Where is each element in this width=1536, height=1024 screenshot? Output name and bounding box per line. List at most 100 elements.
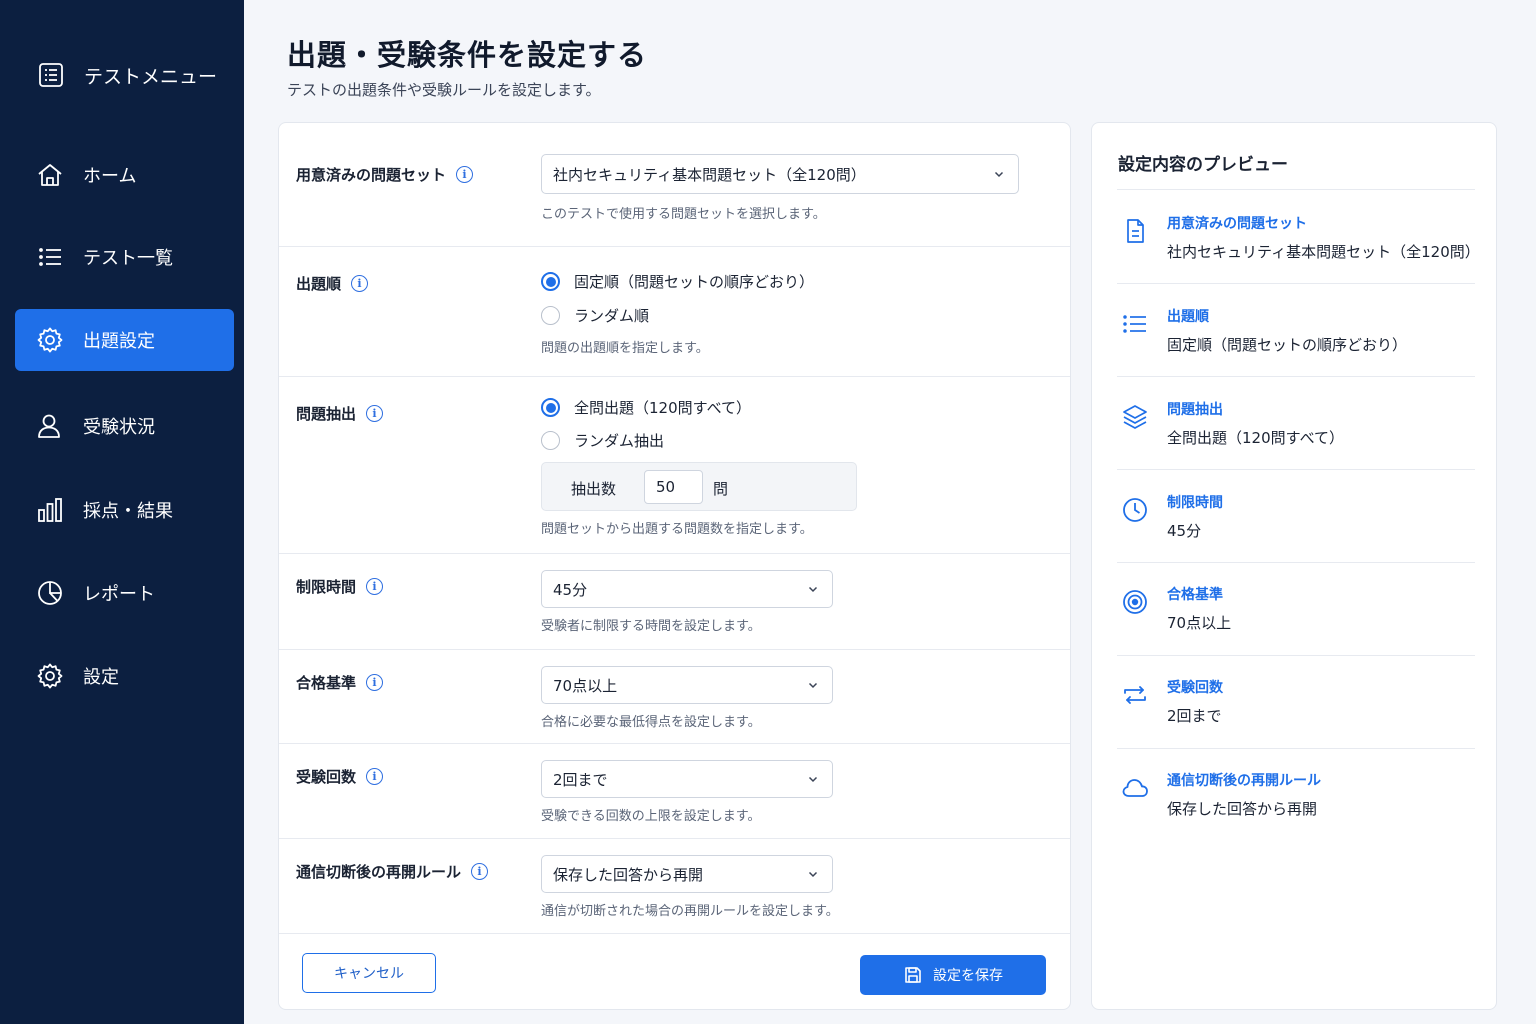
order-option-fixed-label: 固定順（問題セットの順序どおり） — [574, 273, 815, 291]
attempts-help: 受験できる回数の上限を設定します。 — [541, 809, 761, 824]
bar-chart-icon — [35, 495, 65, 525]
extraction-label-text: 問題抽出 — [296, 405, 357, 423]
pie-chart-icon — [35, 578, 65, 608]
preview-item-value: 2回まで — [1167, 707, 1222, 725]
resume-rule-value: 保存した回答から再開 — [553, 865, 704, 884]
extraction-option-all[interactable]: 全問出題（120問すべて） — [541, 397, 751, 418]
sidebar-item-report[interactable]: レポート — [15, 562, 234, 624]
question-set-row: 用意済みの問題セット i 社内セキュリティ基本問題セット（全120問） このテス… — [279, 123, 1070, 247]
attempts-label: 受験回数 i — [296, 766, 384, 787]
sidebar-item-label: 受験状況 — [83, 417, 155, 438]
time-limit-select[interactable]: 45分 — [541, 570, 833, 608]
extraction-option-random[interactable]: ランダム抽出 — [541, 430, 664, 451]
document-icon — [1121, 217, 1149, 245]
chevron-down-icon — [808, 776, 818, 783]
preview-item-value: 全問出題（120問すべて） — [1167, 429, 1344, 447]
gear-icon — [35, 325, 65, 355]
preview-item-label: 用意済みの問題セット — [1167, 216, 1307, 232]
extraction-option-all-label: 全問出題（120問すべて） — [574, 399, 751, 417]
sidebar-item-label: 出題設定 — [83, 331, 155, 352]
resume-rule-row: 通信切断後の再開ルール i 保存した回答から再開 通信が切断された場合の再開ルー… — [279, 839, 1070, 934]
order-label: 出題順 i — [296, 273, 369, 294]
sidebar: テストメニュー ホーム テスト一覧 出題設定 受験状況 採点・結果 レポート 設… — [0, 0, 244, 1024]
divider — [1117, 376, 1475, 377]
home-icon — [35, 160, 65, 190]
resume-rule-select[interactable]: 保存した回答から再開 — [541, 855, 833, 893]
question-set-select[interactable]: 社内セキュリティ基本問題セット（全120問） — [541, 154, 1019, 194]
attempts-value: 2回まで — [553, 770, 608, 789]
page-subtitle: テストの出題条件や受験ルールを設定します。 — [287, 81, 601, 99]
extraction-count-input[interactable]: 50 — [644, 470, 703, 504]
pass-criteria-label: 合格基準 i — [296, 672, 384, 693]
pass-criteria-help: 合格に必要な最低得点を設定します。 — [541, 715, 761, 730]
info-icon[interactable]: i — [351, 275, 369, 292]
order-option-random[interactable]: ランダム順 — [541, 305, 649, 326]
preview-item-value: 固定順（問題セットの順序どおり） — [1167, 336, 1408, 354]
save-icon — [905, 967, 921, 983]
preview-item-label: 制限時間 — [1167, 495, 1223, 511]
repeat-icon — [1121, 681, 1149, 709]
order-option-fixed[interactable]: 固定順（問題セットの順序どおり） — [541, 271, 814, 292]
info-icon[interactable]: i — [366, 405, 384, 422]
sidebar-item-settings[interactable]: 設定 — [15, 645, 234, 707]
pass-criteria-value: 70点以上 — [553, 676, 618, 695]
sidebar-item-exam-status[interactable]: 受験状況 — [15, 395, 234, 457]
info-icon[interactable]: i — [366, 578, 384, 595]
extraction-count-box: 抽出数 50 問 — [541, 462, 857, 511]
preview-item-label: 通信切断後の再開ルール — [1167, 773, 1321, 789]
pass-criteria-select[interactable]: 70点以上 — [541, 666, 833, 704]
extraction-label: 問題抽出 i — [296, 403, 384, 424]
info-icon[interactable]: i — [456, 166, 474, 183]
attempts-select[interactable]: 2回まで — [541, 760, 833, 798]
sidebar-item-label: 採点・結果 — [83, 501, 173, 522]
question-set-value: 社内セキュリティ基本問題セット（全120問） — [553, 165, 866, 184]
radio-unselected-icon — [541, 431, 560, 450]
divider — [1117, 655, 1475, 656]
save-button-label: 設定を保存 — [933, 968, 1003, 984]
extraction-count-label: 抽出数 — [571, 480, 617, 498]
time-limit-row: 制限時間 i 45分 受験者に制限する時間を設定します。 — [279, 554, 1070, 650]
sidebar-item-question-settings[interactable]: 出題設定 — [15, 309, 234, 371]
order-help: 問題の出題順を指定します。 — [541, 341, 709, 356]
target-icon — [1121, 588, 1149, 616]
extraction-count-unit: 問 — [713, 480, 729, 498]
pass-criteria-label-text: 合格基準 — [296, 674, 357, 692]
divider — [1117, 469, 1475, 470]
extraction-help: 問題セットから出題する問題数を指定します。 — [541, 522, 813, 537]
list-icon — [35, 242, 65, 272]
resume-rule-help: 通信が切断された場合の再開ルールを設定します。 — [541, 904, 839, 919]
info-icon[interactable]: i — [471, 863, 489, 880]
sidebar-item-scoring[interactable]: 採点・結果 — [15, 479, 234, 541]
sidebar-item-test-list[interactable]: テスト一覧 — [15, 226, 234, 288]
resume-rule-label: 通信切断後の再開ルール i — [296, 861, 489, 882]
radio-selected-icon — [541, 272, 560, 291]
radio-selected-icon — [541, 398, 560, 417]
divider — [1117, 748, 1475, 749]
question-set-label-text: 用意済みの問題セット — [296, 166, 447, 184]
sidebar-item-label: テスト一覧 — [83, 248, 173, 269]
info-icon[interactable]: i — [366, 768, 384, 785]
sidebar-item-label: ホーム — [83, 166, 137, 187]
list-icon — [1121, 310, 1149, 338]
page-title: 出題・受験条件を設定する — [287, 38, 648, 72]
cancel-button[interactable]: キャンセル — [302, 953, 436, 993]
gear-icon — [35, 661, 65, 691]
preview-item-value: 社内セキュリティ基本問題セット（全120問） — [1167, 243, 1480, 261]
pass-criteria-row: 合格基準 i 70点以上 合格に必要な最低得点を設定します。 — [279, 650, 1070, 744]
sidebar-item-home[interactable]: ホーム — [15, 144, 234, 206]
question-set-label: 用意済みの問題セット i — [296, 164, 474, 185]
preview-card: 設定内容のプレビュー 用意済みの問題セット 社内セキュリティ基本問題セット（全1… — [1091, 122, 1497, 1010]
menu-list-icon — [36, 60, 66, 90]
save-button[interactable]: 設定を保存 — [860, 955, 1046, 995]
extraction-option-random-label: ランダム抽出 — [574, 432, 665, 450]
preview-item-value: 45分 — [1167, 522, 1202, 540]
chevron-down-icon — [994, 171, 1004, 178]
time-limit-label-text: 制限時間 — [296, 578, 357, 596]
cloud-icon — [1121, 774, 1149, 802]
time-limit-value: 45分 — [553, 580, 588, 599]
info-icon[interactable]: i — [366, 674, 384, 691]
layers-icon — [1121, 403, 1149, 431]
preview-item-label: 受験回数 — [1167, 680, 1223, 696]
sidebar-header: テストメニュー — [36, 60, 217, 90]
divider — [1117, 562, 1475, 563]
